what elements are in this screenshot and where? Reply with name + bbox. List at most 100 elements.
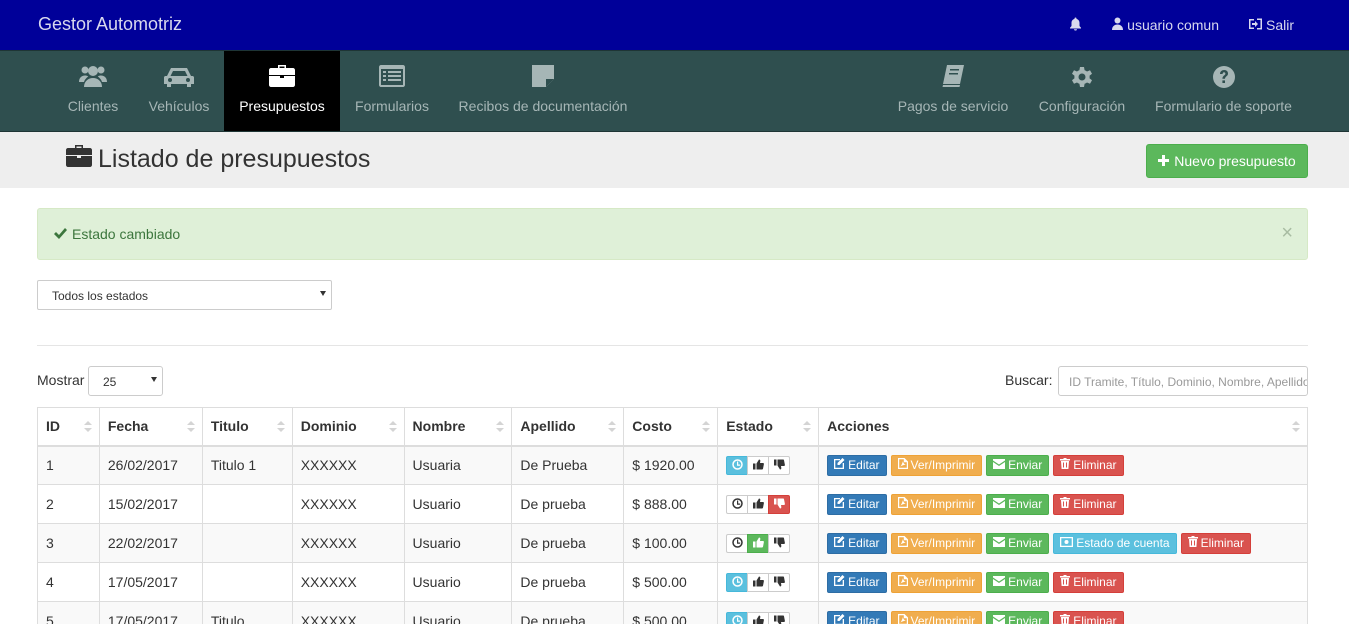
delete-button[interactable]: Eliminar — [1053, 493, 1124, 515]
status-approve-button[interactable] — [747, 494, 770, 514]
column-header[interactable]: Nombre — [403, 407, 513, 447]
edit-button-label: Editar — [848, 497, 880, 511]
nav-label: Configuración — [1038, 98, 1126, 114]
send-button[interactable]: Enviar — [986, 532, 1050, 554]
sort-icon — [702, 421, 711, 433]
logout-button[interactable]: Salir — [1248, 17, 1294, 33]
delete-button[interactable]: Eliminar — [1180, 532, 1251, 554]
column-header-label: Acciones — [827, 418, 890, 435]
cell-apellido: De prueba — [511, 562, 625, 602]
view-print-button[interactable]: Ver/Imprimir — [890, 493, 983, 515]
nav-item-pagos[interactable]: Pagos de servicio — [888, 51, 1018, 131]
edit-button[interactable]: Editar — [827, 571, 887, 593]
send-button[interactable]: Enviar — [986, 493, 1050, 515]
send-button[interactable]: Enviar — [986, 454, 1050, 476]
envelope-icon — [993, 458, 1006, 472]
sort-icon — [1292, 421, 1300, 433]
status-pending-button[interactable] — [726, 572, 749, 592]
column-header[interactable]: Estado — [717, 407, 820, 447]
cell-dominio: XXXXXX — [291, 562, 405, 602]
app-brand[interactable]: Gestor Automotriz — [38, 14, 182, 35]
status-pending-button[interactable] — [726, 611, 749, 624]
send-button-label: Enviar — [1008, 536, 1043, 550]
edit-button[interactable]: Editar — [827, 532, 887, 554]
table-header-row: ID Fecha Titulo Dominio Nombre Apellido Costo E… — [37, 407, 1308, 447]
edit-button[interactable]: Editar — [827, 454, 887, 476]
status-approve-button[interactable] — [747, 572, 770, 592]
delete-button[interactable]: Eliminar — [1053, 454, 1124, 476]
cell-titulo: Titulo — [201, 601, 293, 624]
column-header[interactable]: Dominio — [291, 407, 405, 447]
thumbs-down-icon — [773, 496, 785, 512]
list-alt-icon — [345, 65, 439, 93]
nav-item-soporte[interactable]: Formulario de soporte — [1146, 51, 1301, 131]
column-header-label: Fecha — [107, 418, 149, 435]
thumbs-down-icon — [773, 535, 785, 551]
view-print-button[interactable]: Ver/Imprimir — [890, 454, 983, 476]
cell-id: 4 — [37, 562, 100, 602]
nav-item-presupuestos[interactable]: Presupuestos — [224, 51, 340, 131]
status-reject-button[interactable] — [768, 572, 791, 592]
clock-icon — [731, 457, 743, 473]
column-header[interactable]: Costo — [623, 407, 719, 447]
user-menu[interactable]: usuario comun — [1112, 17, 1219, 33]
edit-button[interactable]: Editar — [827, 610, 887, 624]
new-budget-button[interactable]: Nuevo presupuesto — [1146, 144, 1308, 178]
delete-button[interactable]: Eliminar — [1053, 610, 1124, 624]
send-button[interactable]: Enviar — [986, 610, 1050, 624]
status-button-group — [726, 533, 791, 553]
status-pending-button[interactable] — [726, 455, 749, 475]
thumbs-up-icon — [752, 613, 764, 624]
nav-item-formularios[interactable]: Formularios — [345, 51, 439, 131]
status-reject-button[interactable] — [768, 533, 791, 553]
view-print-button-label: Ver/Imprimir — [910, 536, 976, 550]
status-reject-button[interactable] — [768, 611, 791, 624]
status-approve-button[interactable] — [747, 611, 770, 624]
status-reject-button[interactable] — [768, 494, 791, 514]
status-pending-button[interactable] — [726, 494, 749, 514]
thumbs-down-icon — [773, 574, 785, 590]
view-print-button-label: Ver/Imprimir — [910, 575, 976, 589]
nav-item-recibos[interactable]: Recibos de documentación — [448, 51, 638, 131]
state-filter-select[interactable]: Todos los estados — [37, 280, 332, 310]
actions-group: Editar Ver/Imprimir Enviar Estado de cuenta… — [827, 532, 1251, 554]
alert-text: Estado cambiado — [72, 226, 181, 242]
column-header[interactable]: ID — [37, 407, 100, 447]
page-length-select[interactable]: 25 — [88, 366, 163, 396]
status-reject-button[interactable] — [768, 455, 791, 475]
column-header[interactable]: Apellido — [511, 407, 625, 447]
clock-icon — [731, 496, 743, 512]
nav-label: Vehículos — [148, 98, 210, 114]
cell-dominio: XXXXXX — [291, 523, 405, 563]
status-approve-button[interactable] — [747, 455, 770, 475]
thumbs-up-icon — [752, 574, 764, 590]
view-print-button[interactable]: Ver/Imprimir — [890, 532, 983, 554]
status-approve-button[interactable] — [747, 533, 770, 553]
alert-close-button[interactable]: × — [1281, 222, 1293, 245]
column-header-label: Titulo — [210, 418, 249, 435]
thumbs-down-icon — [773, 613, 785, 624]
nav-item-vehiculos[interactable]: Vehículos — [138, 51, 220, 131]
search-input[interactable]: ID Tramite, Título, Dominio, Nombre, Ape… — [1058, 366, 1308, 396]
nav-item-clientes[interactable]: Clientes — [53, 51, 133, 131]
sort-icon — [83, 421, 92, 433]
car-icon — [138, 65, 220, 93]
column-header[interactable]: Fecha — [98, 407, 203, 447]
edit-button-label: Editar — [848, 575, 880, 589]
envelope-icon — [993, 575, 1006, 589]
view-print-button[interactable]: Ver/Imprimir — [890, 571, 983, 593]
nav-item-configuracion[interactable]: Configuración — [1028, 51, 1136, 131]
cell-nombre: Usuario — [403, 601, 513, 624]
view-print-button[interactable]: Ver/Imprimir — [890, 610, 983, 624]
account-status-button[interactable]: Estado de cuenta — [1053, 532, 1177, 554]
status-pending-button[interactable] — [726, 533, 749, 553]
edit-button[interactable]: Editar — [827, 493, 887, 515]
chevron-down-icon — [151, 377, 157, 382]
column-header[interactable]: Titulo — [201, 407, 293, 447]
page-length-label: Mostrar — [37, 372, 85, 388]
send-button[interactable]: Enviar — [986, 571, 1050, 593]
column-header[interactable]: Acciones — [818, 407, 1308, 447]
notifications-button[interactable] — [1069, 17, 1082, 34]
delete-button[interactable]: Eliminar — [1053, 571, 1124, 593]
delete-button-label: Eliminar — [1073, 458, 1117, 473]
